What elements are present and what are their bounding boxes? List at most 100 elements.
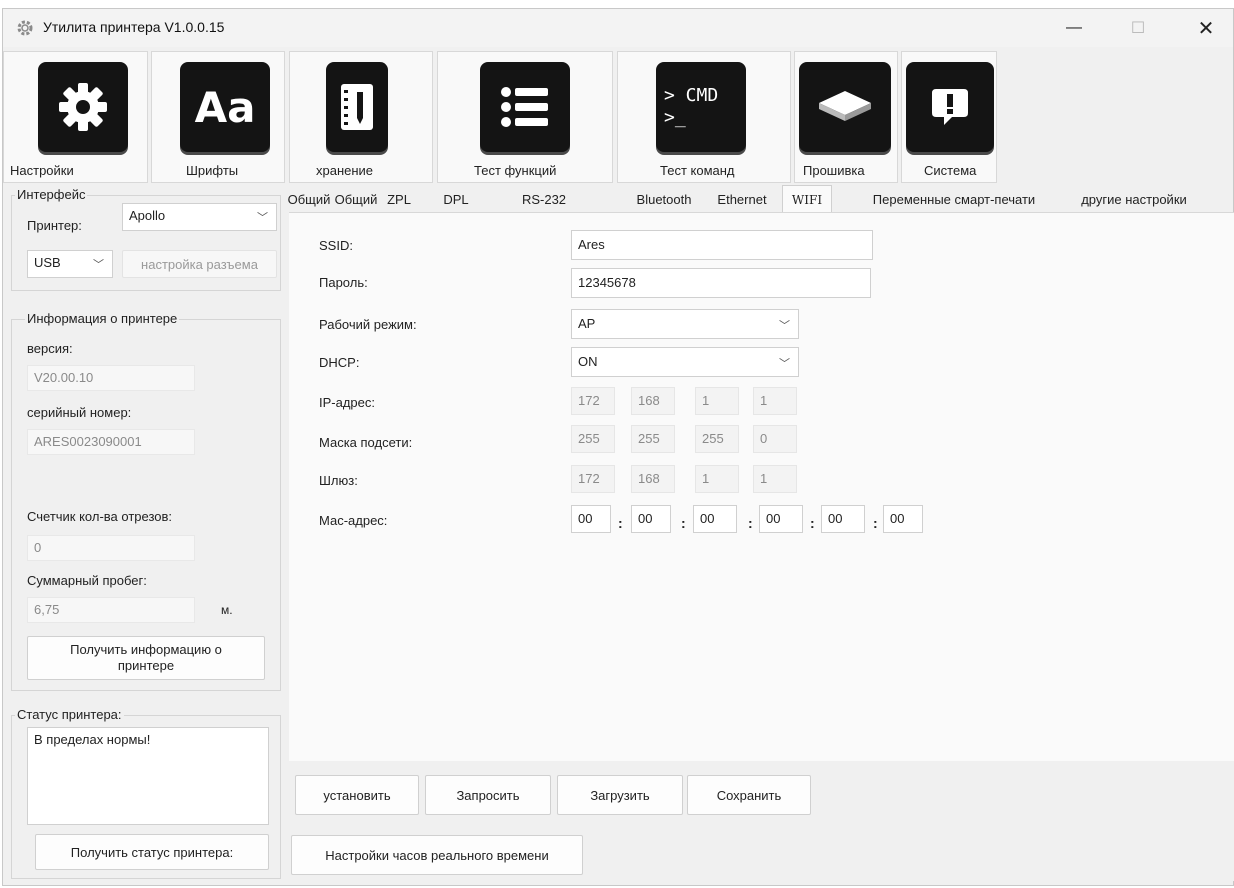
ip-octet-3[interactable]: 1 [695,387,739,415]
dhcp-label: DHCP: [319,355,360,370]
wifi-settings-page: SSID: Ares Пароль: 12345678 Рабочий режи… [289,212,1234,761]
gateway-octet-2[interactable]: 168 [631,465,675,493]
toolbar-system-button[interactable]: Система [901,51,997,183]
toolbar-fonts-label: Шрифты [186,163,239,178]
gateway-octet-3[interactable]: 1 [695,465,739,493]
query-button[interactable]: Запросить [425,775,551,815]
gateway-octet-4[interactable]: 1 [753,465,797,493]
password-field[interactable]: 12345678 [571,268,871,298]
chevron-down-icon: ﹀ [779,358,790,370]
ip-octet-1[interactable]: 172 [571,387,615,415]
toolbar-function-test-button[interactable]: Тест функций [437,51,613,183]
window-title: Утилита принтера V1.0.0.15 [43,19,225,35]
mac-separator: : [873,515,878,531]
cut-counter-label: Счетчик кол-ва отрезов: [27,509,173,524]
toolbar-firmware-label: Прошивка [803,163,865,178]
mode-label: Рабочий режим: [319,317,417,332]
mac-part-6[interactable]: 00 [883,505,923,533]
mac-part-5[interactable]: 00 [821,505,865,533]
get-status-button[interactable]: Получить статус принтера: [35,834,269,870]
notebook-icon [326,62,388,152]
gear-icon [38,62,128,152]
printer-status-text: В пределах нормы! [27,727,269,825]
ip-octet-2[interactable]: 168 [631,387,675,415]
mileage-field: 6,75 [27,597,195,623]
toolbar-settings-button[interactable]: Настройки [3,51,148,183]
dhcp-select[interactable]: ON ﹀ [571,347,799,377]
version-field: V20.00.10 [27,365,195,391]
mac-part-1[interactable]: 00 [571,505,611,533]
gear-app-icon [17,20,33,36]
cmd-icon-line2: >_ [664,107,686,128]
serial-label: серийный номер: [27,405,132,420]
get-info-button[interactable]: Получить информацию о принтере [27,636,265,680]
mac-part-3[interactable]: 00 [693,505,737,533]
tab-other-settings[interactable]: другие настройки [1061,187,1207,212]
port-select[interactable]: USB ﹀ [27,250,113,278]
serial-field: ARES0023090001 [27,429,195,455]
mask-octet-3[interactable]: 255 [695,425,739,453]
maximize-button[interactable]: ☐ [1115,9,1161,47]
tab-rs232[interactable]: RS-232 [517,187,571,212]
printer-select[interactable]: Apollo ﹀ [122,203,277,231]
chevron-down-icon: ﹀ [257,212,268,224]
set-button[interactable]: установить [295,775,419,815]
ip-octet-4[interactable]: 1 [753,387,797,415]
app-window: Утилита принтера V1.0.0.15 — ☐ ✕ Настрой… [2,8,1234,886]
alert-icon [906,62,994,152]
printer-label: Принтер: [27,218,82,233]
toolbar-command-test-label: Тест команд [660,163,735,178]
title-bar: Утилита принтера V1.0.0.15 — ☐ ✕ [3,9,1233,47]
tab-dpl[interactable]: DPL [437,187,475,212]
version-label: версия: [27,341,73,356]
mask-octet-2[interactable]: 255 [631,425,675,453]
toolbar-firmware-button[interactable]: Прошивка [794,51,898,183]
toolbar-function-test-label: Тест функций [474,163,557,178]
mode-select-value: AP [578,316,596,331]
cmd-icon: > CMD >_ [656,62,746,152]
port-select-value: USB [34,255,61,270]
password-label: Пароль: [319,275,368,290]
mode-select[interactable]: AP ﹀ [571,309,799,339]
action-bar: установить Запросить Загрузить Сохранить… [289,761,1234,881]
chip-icon [799,62,891,152]
toolbar-storage-button[interactable]: хранение [289,51,433,183]
rtc-settings-button[interactable]: Настройки часов реального времени [291,835,583,875]
toolbar-command-test-button[interactable]: > CMD >_ Тест команд [617,51,791,183]
cmd-icon-line1: > CMD [664,85,719,106]
tab-zpl[interactable]: ZPL [385,187,413,212]
port-settings-button[interactable]: настройка разъема [122,250,277,278]
minimize-button[interactable]: — [1051,9,1097,47]
printer-select-value: Apollo [129,208,166,223]
printer-info-legend: Информация о принтере [25,311,180,326]
mac-separator: : [748,515,753,531]
mileage-unit: м. [221,603,233,617]
mac-part-4[interactable]: 00 [759,505,803,533]
mask-octet-1[interactable]: 255 [571,425,615,453]
chevron-down-icon: ﹀ [93,259,104,271]
close-button[interactable]: ✕ [1183,9,1229,47]
tab-smart-print-variables[interactable]: Переменные смарт-печати [849,187,1059,212]
toolbar-system-label: Система [924,163,977,178]
chevron-down-icon: ﹀ [779,320,790,332]
settings-tabs: Общий Общий ZPL DPL RS-232 Bluetooth Eth… [288,185,1229,213]
tab-general-2[interactable]: Общий [333,187,379,212]
ip-label: IP-адрес: [319,395,375,410]
tab-wifi[interactable]: WIFI [782,185,832,213]
tab-ethernet[interactable]: Ethernet [709,187,775,212]
gateway-octet-1[interactable]: 172 [571,465,615,493]
toolbar-storage-label: хранение [316,163,374,178]
load-button[interactable]: Загрузить [557,775,683,815]
save-button[interactable]: Сохранить [687,775,811,815]
ssid-field[interactable]: Ares [571,230,873,260]
interface-legend: Интерфейс [15,187,88,202]
tab-bluetooth[interactable]: Bluetooth [625,187,703,212]
tab-general-1[interactable]: Общий [288,187,331,212]
toolbar-fonts-button[interactable]: Aa Шрифты [151,51,285,183]
mac-part-2[interactable]: 00 [631,505,671,533]
mask-octet-4[interactable]: 0 [753,425,797,453]
toolbar-settings-label: Настройки [10,163,74,178]
mac-separator: : [681,515,686,531]
mac-separator: : [810,515,815,531]
mac-separator: : [618,515,623,531]
